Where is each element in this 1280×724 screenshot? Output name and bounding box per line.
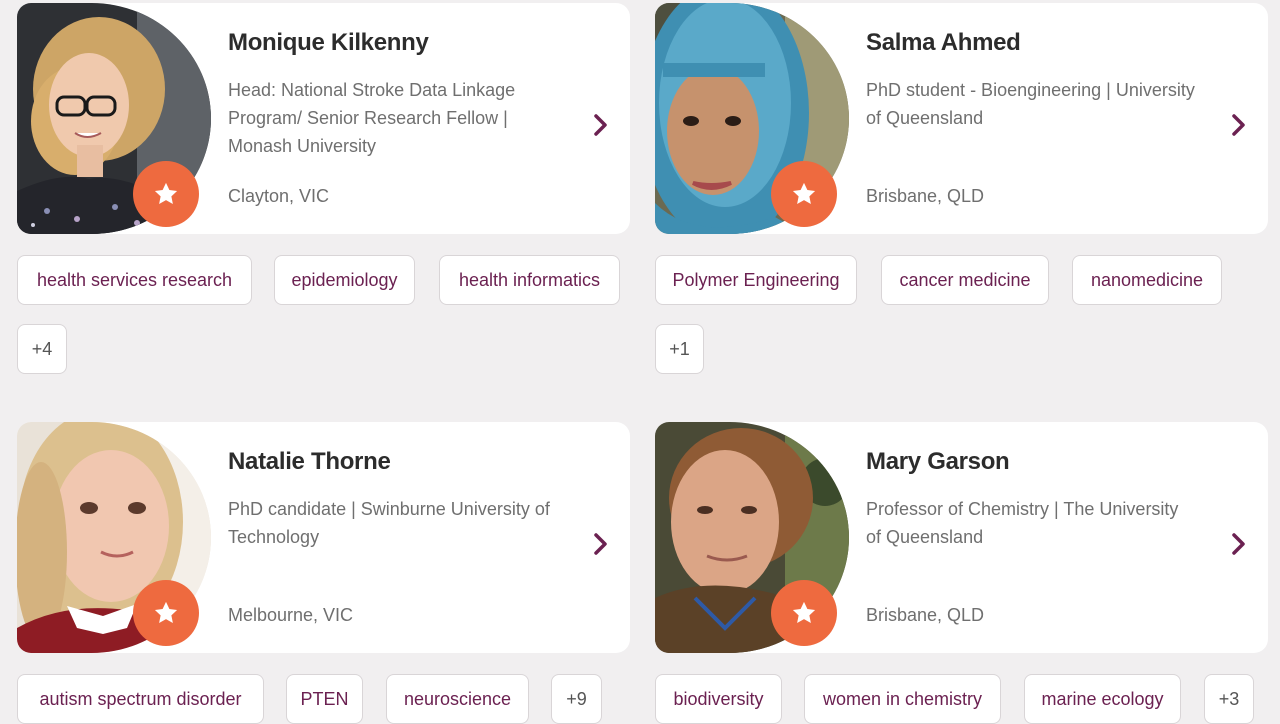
tag-chip[interactable]: women in chemistry [804,674,1001,724]
profile-grid: Monique Kilkenny Head: National Stroke D… [0,0,1280,724]
profile-location: Brisbane, QLD [866,605,985,625]
chevron-right-icon[interactable] [1229,531,1249,557]
tag-chip[interactable]: health informatics [439,255,620,305]
more-tags-button[interactable]: +3 [1204,674,1254,724]
profile-name: Mary Garson [866,448,1010,475]
tag-chip[interactable]: autism spectrum disorder [17,674,264,724]
profile-name: Salma Ahmed [866,29,1021,56]
star-icon [154,601,178,624]
profile-card[interactable]: Mary Garson Professor of Chemistry | The… [655,422,1268,653]
chevron-right-icon[interactable] [1229,112,1249,138]
star-icon [154,182,178,205]
favourite-badge[interactable] [133,161,199,227]
more-tags-button[interactable]: +4 [17,324,67,374]
profile-card[interactable]: Salma Ahmed PhD student - Bioengineering… [655,3,1268,234]
favourite-badge[interactable] [771,161,837,227]
more-tags-button[interactable]: +1 [655,324,704,374]
profile-role: Professor of Chemistry | The University … [866,499,1179,547]
tag-chip[interactable]: biodiversity [655,674,782,724]
profile-location: Brisbane, QLD [866,186,985,206]
tag-chip[interactable]: marine ecology [1024,674,1181,724]
chevron-right-icon[interactable] [591,112,611,138]
tag-chip[interactable]: health services research [17,255,252,305]
tag-chip[interactable]: Polymer Engineering [655,255,857,305]
profile-name: Monique Kilkenny [228,29,429,56]
star-icon [792,182,816,205]
profile-name: Natalie Thorne [228,448,391,475]
chevron-right-icon[interactable] [591,531,611,557]
profile-card[interactable]: Monique Kilkenny Head: National Stroke D… [17,3,630,234]
tag-chip[interactable]: neuroscience [386,674,529,724]
tag-chip[interactable]: PTEN [286,674,363,724]
profile-role: Head: National Stroke Data Linkage Progr… [228,80,516,156]
profile-role: PhD student - Bioengineering | Universit… [866,80,1195,128]
tag-chip[interactable]: nanomedicine [1072,255,1222,305]
profile-location: Clayton, VIC [228,186,330,206]
tag-chip[interactable]: cancer medicine [881,255,1049,305]
favourite-badge[interactable] [771,580,837,646]
profile-location: Melbourne, VIC [228,605,354,625]
more-tags-button[interactable]: +9 [551,674,602,724]
profile-role: PhD candidate | Swinburne University of … [228,499,550,547]
favourite-badge[interactable] [133,580,199,646]
profile-card[interactable]: Natalie Thorne PhD candidate | Swinburne… [17,422,630,653]
star-icon [792,601,816,624]
tag-chip[interactable]: epidemiology [274,255,415,305]
